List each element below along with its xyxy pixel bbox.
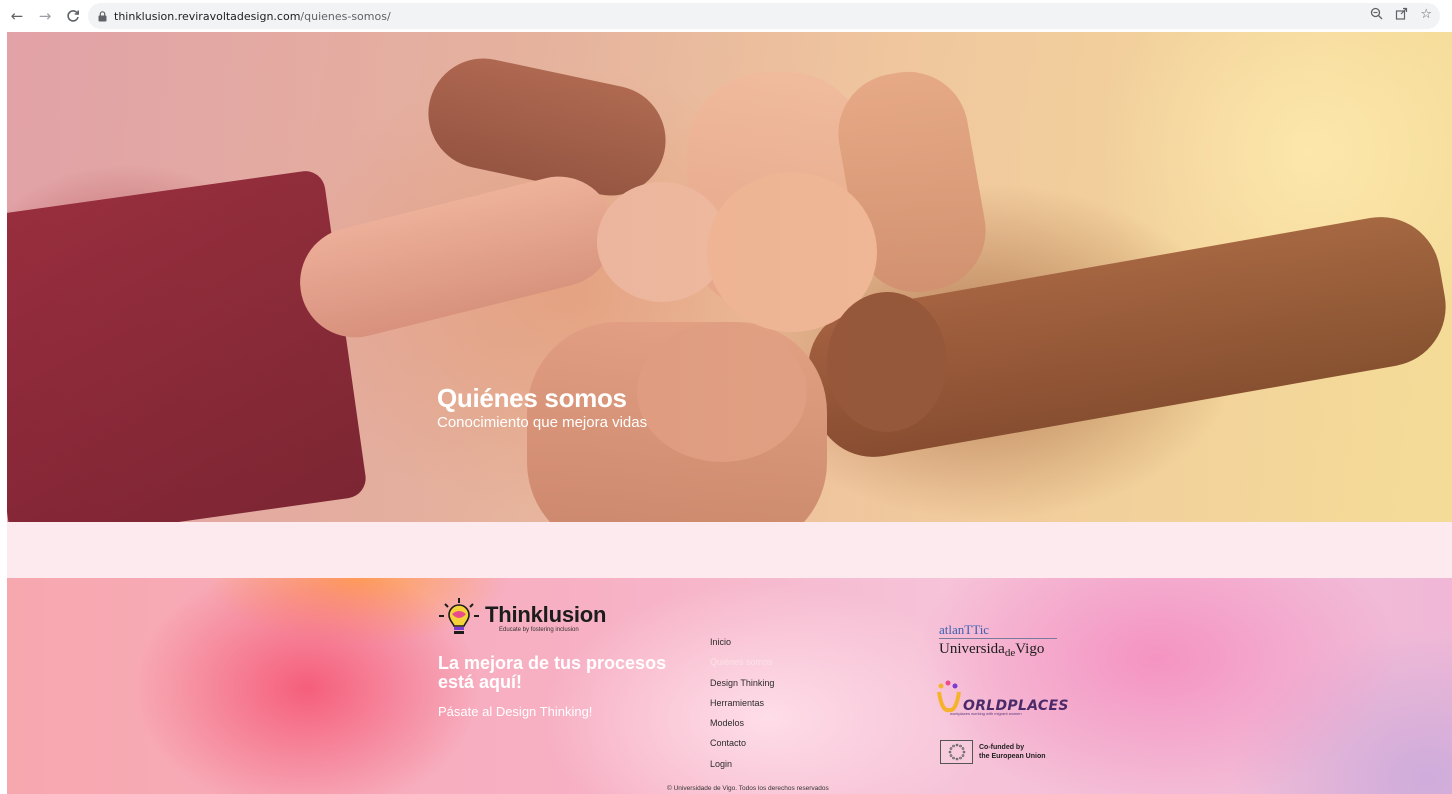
share-icon[interactable] — [1395, 7, 1408, 24]
atlanttic-uvigo-logo[interactable]: atlanTTic UniversidadeVigo — [939, 622, 1057, 659]
eu-line-2: the European Union — [979, 753, 1046, 760]
brand-tagline: Educate by fostering inclusion — [499, 627, 579, 633]
browser-toolbar: ← → thinklusion.reviravoltadesign.com/qu… — [0, 0, 1452, 32]
hero-banner — [7, 32, 1452, 522]
eu-line-1: Co-funded by — [979, 744, 1025, 751]
bookmark-star-icon[interactable]: ☆ — [1420, 7, 1432, 24]
eu-flag-icon — [940, 740, 973, 764]
footer-headline: La mejora de tus procesos está aquí! — [438, 653, 667, 692]
eu-cofunded-logo[interactable]: Co-funded by the European Union — [940, 740, 1046, 764]
worldplaces-subtitle: workplaces working with migrant women — [950, 711, 1022, 716]
footer-link-inicio[interactable]: Inicio — [710, 632, 774, 652]
footer: Thinklusion Educate by fostering inclusi… — [7, 578, 1452, 794]
zoom-icon[interactable] — [1370, 7, 1383, 24]
footer-menu: Inicio Quiénes somos Design Thinking Her… — [710, 632, 774, 774]
brand-name: Thinklusion — [485, 602, 607, 627]
footer-link-quienes-somos[interactable]: Quiénes somos — [710, 652, 774, 672]
footer-cta: Pásate al Design Thinking! — [438, 704, 593, 719]
footer-link-modelos[interactable]: Modelos — [710, 713, 774, 733]
footer-link-herramientas[interactable]: Herramientas — [710, 693, 774, 713]
footer-link-login[interactable]: Login — [710, 754, 774, 774]
url-host: thinklusion.reviravoltadesign.com — [114, 9, 301, 23]
page-title: Quiénes somos — [437, 383, 627, 413]
thinklusion-logo[interactable]: Thinklusion Educate by fostering inclusi… — [437, 596, 606, 640]
url-text: thinklusion.reviravoltadesign.com/quiene… — [114, 10, 391, 23]
universidade-vigo-text: UniversidadeVigo — [939, 641, 1045, 659]
worldplaces-mark-icon — [937, 680, 961, 713]
copyright-text: © Universidade de Vigo. Todos los derech… — [667, 785, 829, 792]
content-band — [7, 522, 1452, 578]
worldplaces-logo[interactable]: ORLDPLACES — [937, 680, 1069, 714]
forward-arrow-icon[interactable]: → — [34, 5, 56, 27]
back-arrow-icon[interactable]: ← — [6, 5, 28, 27]
lock-icon — [97, 10, 107, 22]
page-subtitle: Conocimiento que mejora vidas — [437, 414, 648, 431]
reload-icon[interactable] — [62, 5, 84, 27]
atlanttic-text: atlanTTic — [939, 622, 990, 637]
footer-link-contacto[interactable]: Contacto — [710, 733, 774, 753]
footer-link-design-thinking[interactable]: Design Thinking — [710, 673, 774, 693]
lightbulb-icon — [439, 598, 479, 634]
address-bar[interactable]: thinklusion.reviravoltadesign.com/quiene… — [88, 3, 1440, 29]
url-path: /quienes-somos/ — [300, 9, 391, 23]
